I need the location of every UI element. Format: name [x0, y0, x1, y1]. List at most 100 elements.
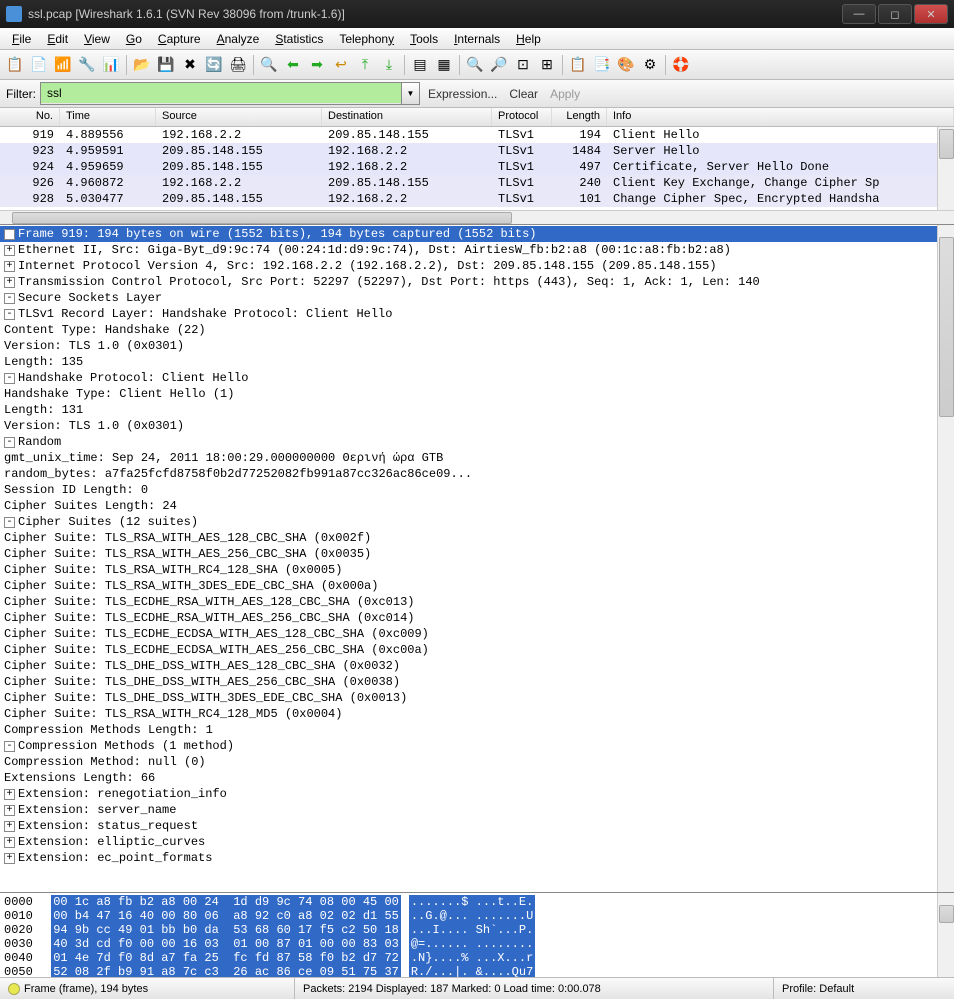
menu-analyze[interactable]: Analyze — [209, 30, 268, 48]
tb-colorize-icon[interactable]: ▤ — [409, 54, 431, 76]
ethernet-summary[interactable]: Ethernet II, Src: Giga-Byt_d9:9c:74 (00:… — [0, 242, 954, 258]
packet-row[interactable]: 9264.960872192.168.2.2209.85.148.155TLSv… — [0, 175, 954, 191]
handshake-type[interactable]: Handshake Type: Client Hello (1) — [0, 386, 954, 402]
tb-options-icon[interactable]: 📄 — [28, 54, 50, 76]
tb-display-filter-icon[interactable]: 📑 — [591, 54, 613, 76]
filter-input[interactable] — [41, 83, 401, 103]
menu-capture[interactable]: Capture — [150, 30, 209, 48]
status-field[interactable]: Frame (frame), 194 bytes — [0, 978, 295, 999]
tb-back-icon[interactable]: ⬅ — [282, 54, 304, 76]
hex-vscroll[interactable] — [937, 893, 954, 977]
col-destination[interactable]: Destination — [322, 108, 492, 126]
expand-icon[interactable] — [4, 789, 15, 800]
content-type[interactable]: Content Type: Handshake (22) — [0, 322, 954, 338]
maximize-button[interactable]: ◻ — [878, 4, 912, 24]
tb-capture-filter-icon[interactable]: 📋 — [567, 54, 589, 76]
hex-line[interactable]: 0020 94 9b cc 49 01 bb b0 da 53 68 60 17… — [4, 923, 950, 937]
expand-icon[interactable] — [4, 229, 15, 240]
filter-dropdown-button[interactable]: ▼ — [401, 83, 419, 104]
tb-prefs-icon[interactable]: ⚙ — [639, 54, 661, 76]
expert-info-icon[interactable] — [8, 983, 20, 995]
tb-interfaces-icon[interactable]: 📋 — [4, 54, 26, 76]
tb-open-icon[interactable]: 📂 — [131, 54, 153, 76]
tb-forward-icon[interactable]: ➡ — [306, 54, 328, 76]
frame-summary[interactable]: Frame 919: 194 bytes on wire (1552 bits)… — [0, 226, 954, 242]
tb-help-icon[interactable]: 🛟 — [670, 54, 692, 76]
collapse-icon[interactable] — [4, 309, 15, 320]
cipher-suite-item[interactable]: Cipher Suite: TLS_ECDHE_RSA_WITH_AES_128… — [0, 594, 954, 610]
menu-internals[interactable]: Internals — [446, 30, 508, 48]
col-length[interactable]: Length — [552, 108, 607, 126]
collapse-icon[interactable] — [4, 293, 15, 304]
tb-save-icon[interactable]: 💾 — [155, 54, 177, 76]
tb-coloring-rules-icon[interactable]: 🎨 — [615, 54, 637, 76]
handshake-protocol[interactable]: Handshake Protocol: Client Hello — [0, 370, 954, 386]
packet-row[interactable]: 9234.959591209.85.148.155192.168.2.2TLSv… — [0, 143, 954, 159]
record-version[interactable]: Version: TLS 1.0 (0x0301) — [0, 338, 954, 354]
extension-item[interactable]: Extension: elliptic_curves — [0, 834, 954, 850]
tb-resize-icon[interactable]: ⊞ — [536, 54, 558, 76]
menu-help[interactable]: Help — [508, 30, 549, 48]
menu-view[interactable]: View — [76, 30, 118, 48]
cipher-suite-item[interactable]: Cipher Suite: TLS_DHE_DSS_WITH_AES_256_C… — [0, 674, 954, 690]
tb-autoscroll-icon[interactable]: ▦ — [433, 54, 455, 76]
hex-line[interactable]: 0010 00 b4 47 16 40 00 80 06 a8 92 c0 a8… — [4, 909, 950, 923]
menu-file[interactable]: File — [4, 30, 39, 48]
hex-line[interactable]: 0040 01 4e 7d f0 8d a7 fa 25 fc fd 87 58… — [4, 951, 950, 965]
filter-apply-button[interactable]: Apply — [546, 87, 584, 101]
collapse-icon[interactable] — [4, 373, 15, 384]
packet-row[interactable]: 9285.030477209.85.148.155192.168.2.2TLSv… — [0, 191, 954, 207]
session-id-length[interactable]: Session ID Length: 0 — [0, 482, 954, 498]
handshake-length[interactable]: Length: 131 — [0, 402, 954, 418]
tb-find-icon[interactable]: 🔍 — [258, 54, 280, 76]
extension-item[interactable]: Extension: ec_point_formats — [0, 850, 954, 866]
tb-goto-icon[interactable]: ↩ — [330, 54, 352, 76]
tb-zoom-in-icon[interactable]: 🔍 — [464, 54, 486, 76]
cipher-suite-item[interactable]: Cipher Suite: TLS_RSA_WITH_AES_128_CBC_S… — [0, 530, 954, 546]
filter-clear-button[interactable]: Clear — [505, 87, 542, 101]
menu-go[interactable]: Go — [118, 30, 150, 48]
cipher-suite-item[interactable]: Cipher Suite: TLS_RSA_WITH_RC4_128_MD5 (… — [0, 706, 954, 722]
col-info[interactable]: Info — [607, 108, 954, 126]
cipher-suite-item[interactable]: Cipher Suite: TLS_DHE_DSS_WITH_3DES_EDE_… — [0, 690, 954, 706]
compression-methods-header[interactable]: Compression Methods (1 method) — [0, 738, 954, 754]
tb-reload-icon[interactable]: 🔄 — [203, 54, 225, 76]
compression-length[interactable]: Compression Methods Length: 1 — [0, 722, 954, 738]
extensions-length[interactable]: Extensions Length: 66 — [0, 770, 954, 786]
hex-line[interactable]: 0030 40 3d cd f0 00 00 16 03 01 00 87 01… — [4, 937, 950, 951]
handshake-version[interactable]: Version: TLS 1.0 (0x0301) — [0, 418, 954, 434]
random-header[interactable]: Random — [0, 434, 954, 450]
compression-method-null[interactable]: Compression Method: null (0) — [0, 754, 954, 770]
details-vscroll[interactable] — [937, 225, 954, 892]
expand-icon[interactable] — [4, 277, 15, 288]
cipher-suites-header[interactable]: Cipher Suites (12 suites) — [0, 514, 954, 530]
menu-telephony[interactable]: Telephony — [331, 30, 402, 48]
cipher-suite-item[interactable]: Cipher Suite: TLS_ECDHE_RSA_WITH_AES_256… — [0, 610, 954, 626]
gmt-unix-time[interactable]: gmt_unix_time: Sep 24, 2011 18:00:29.000… — [0, 450, 954, 466]
tb-restart-icon[interactable]: 📊 — [100, 54, 122, 76]
tb-last-icon[interactable]: ⤓ — [378, 54, 400, 76]
cipher-suite-item[interactable]: Cipher Suite: TLS_RSA_WITH_3DES_EDE_CBC_… — [0, 578, 954, 594]
packet-row[interactable]: 9244.959659209.85.148.155192.168.2.2TLSv… — [0, 159, 954, 175]
random-bytes[interactable]: random_bytes: a7fa25fcfd8758f0b2d7725208… — [0, 466, 954, 482]
tcp-summary[interactable]: Transmission Control Protocol, Src Port:… — [0, 274, 954, 290]
tls-record[interactable]: TLSv1 Record Layer: Handshake Protocol: … — [0, 306, 954, 322]
cipher-suites-length[interactable]: Cipher Suites Length: 24 — [0, 498, 954, 514]
cipher-suite-item[interactable]: Cipher Suite: TLS_ECDHE_ECDSA_WITH_AES_1… — [0, 626, 954, 642]
cipher-suite-item[interactable]: Cipher Suite: TLS_RSA_WITH_RC4_128_SHA (… — [0, 562, 954, 578]
status-profile[interactable]: Profile: Default — [774, 978, 954, 999]
expand-icon[interactable] — [4, 821, 15, 832]
expand-icon[interactable] — [4, 261, 15, 272]
ip-summary[interactable]: Internet Protocol Version 4, Src: 192.16… — [0, 258, 954, 274]
minimize-button[interactable]: — — [842, 4, 876, 24]
tb-start-icon[interactable]: 📶 — [52, 54, 74, 76]
menu-tools[interactable]: Tools — [402, 30, 446, 48]
filter-expression-button[interactable]: Expression... — [424, 87, 501, 101]
hex-line[interactable]: 0000 00 1c a8 fb b2 a8 00 24 1d d9 9c 74… — [4, 895, 950, 909]
expand-icon[interactable] — [4, 245, 15, 256]
col-protocol[interactable]: Protocol — [492, 108, 552, 126]
extension-item[interactable]: Extension: renegotiation_info — [0, 786, 954, 802]
collapse-icon[interactable] — [4, 741, 15, 752]
col-time[interactable]: Time — [60, 108, 156, 126]
ssl-summary[interactable]: Secure Sockets Layer — [0, 290, 954, 306]
